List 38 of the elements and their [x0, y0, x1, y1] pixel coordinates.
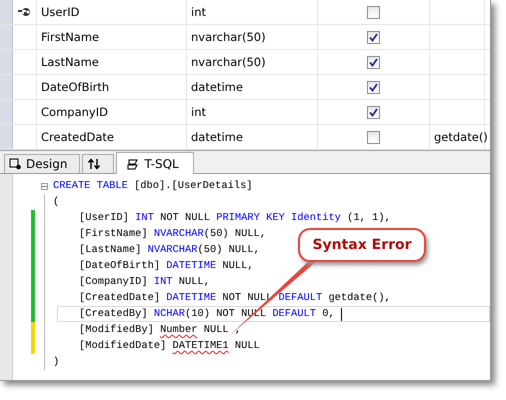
code-line: [DateOfBirth] DATETIME NULL,: [79, 260, 254, 272]
design-view-icon: [9, 158, 22, 170]
data-type-cell[interactable]: datetime: [187, 125, 318, 149]
callout-label: Syntax Error: [298, 228, 426, 262]
code-line: [FirstName] NVARCHAR(50) NULL,: [79, 228, 266, 240]
code-line: (: [53, 196, 60, 208]
code-line: [CompanyID] INT NULL,: [79, 276, 210, 288]
data-type-cell[interactable]: nvarchar(50): [187, 25, 318, 49]
code-line: CREATE TABLE [dbo].[UserDetails]: [53, 180, 253, 192]
text-cursor: [340, 308, 342, 320]
collapse-icon[interactable]: [41, 182, 48, 190]
data-type-cell[interactable]: nvarchar(50): [187, 50, 318, 74]
code-line: [LastName] NVARCHAR(50) NULL,: [79, 244, 260, 256]
data-type-cell[interactable]: int: [187, 100, 318, 124]
tsql-tab[interactable]: T-SQL: [116, 152, 194, 174]
default-value-cell[interactable]: getdate(): [434, 130, 488, 144]
swap-arrows-icon: [87, 158, 102, 170]
allow-nulls-checkbox[interactable]: [367, 6, 380, 18]
code-line: [ModifiedDate] DATETIME1 NULL: [79, 340, 260, 352]
column-name-cell[interactable]: FirstName: [37, 25, 187, 49]
data-type-cell[interactable]: datetime: [187, 75, 318, 99]
allow-nulls-checkbox[interactable]: [367, 30, 380, 44]
column-name-cell[interactable]: LastName: [37, 50, 187, 74]
data-type-cell[interactable]: int: [187, 0, 318, 24]
column-name-cell[interactable]: CompanyID: [37, 100, 187, 124]
allow-nulls-checkbox[interactable]: [367, 106, 380, 118]
column-name-cell[interactable]: UserID: [37, 0, 187, 24]
code-line: ): [53, 356, 60, 368]
column-name-cell[interactable]: CreatedDate: [37, 125, 187, 149]
column-name-cell[interactable]: DateOfBirth: [37, 75, 187, 99]
design-tab[interactable]: Design: [4, 154, 80, 173]
code-line: [ModifiedBy] Number NULL ,: [79, 324, 242, 336]
allow-nulls-checkbox[interactable]: [367, 80, 380, 94]
swap-panes-tab[interactable]: [82, 154, 114, 173]
code-line: [UserID] INT NOT NULL PRIMARY KEY Identity (1, 1),: [79, 212, 391, 224]
script-icon: [127, 158, 140, 170]
allow-nulls-checkbox[interactable]: [367, 130, 380, 144]
allow-nulls-checkbox[interactable]: [367, 56, 380, 68]
